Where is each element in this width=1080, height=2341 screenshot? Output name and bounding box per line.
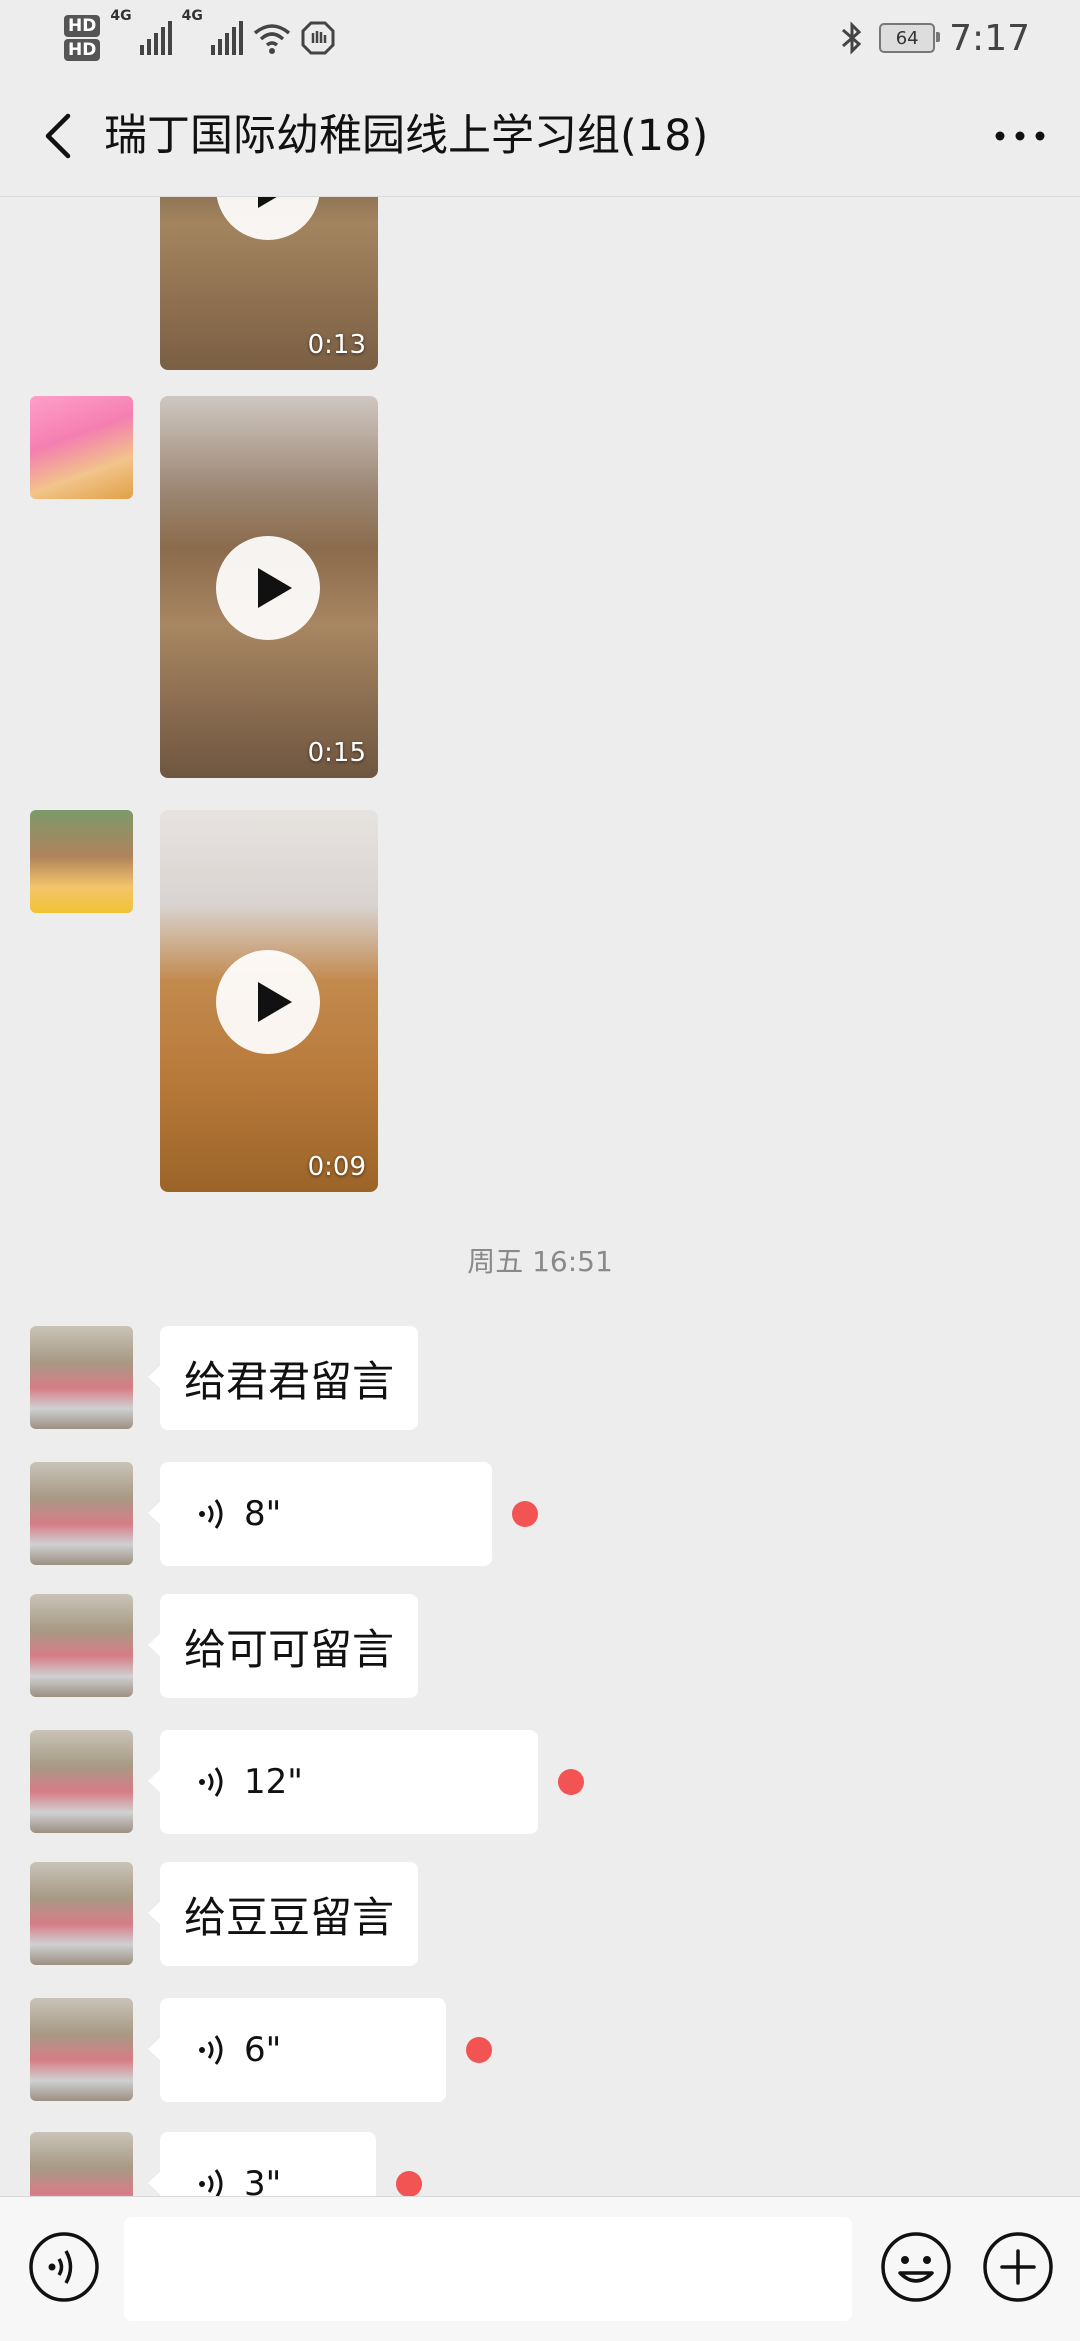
message-text: 给豆豆留言 — [184, 1892, 395, 1942]
message-input[interactable] — [124, 2217, 852, 2321]
unread-dot — [466, 2037, 492, 2063]
clock: 7:17 — [949, 17, 1030, 59]
unread-dot — [396, 2171, 422, 2196]
wifi-icon — [253, 24, 290, 54]
status-left: HD HD 4G 4G — [64, 8, 335, 68]
avatar[interactable] — [30, 1594, 133, 1697]
hand-icon — [301, 21, 335, 55]
voice-length: 8" — [244, 1494, 282, 1534]
message-timestamp: 周五 16:51 — [467, 1245, 613, 1278]
voice-length: 3" — [244, 2164, 282, 2196]
voice-wave-icon — [199, 1767, 223, 1797]
avatar[interactable] — [30, 396, 133, 499]
video-duration: 0:15 — [307, 738, 366, 768]
emoji-icon[interactable] — [880, 2231, 952, 2303]
input-bar — [0, 2196, 1080, 2341]
voice-message[interactable]: 3" — [148, 2132, 376, 2196]
hd1-badge: HD — [64, 15, 101, 37]
play-icon[interactable] — [216, 536, 320, 640]
plus-icon[interactable] — [982, 2231, 1054, 2303]
voice-wave-icon — [199, 2035, 223, 2065]
chat-title: 瑞丁国际幼稚园线上学习组(18) — [104, 111, 709, 161]
network-label-2: 4G — [181, 8, 203, 24]
signal-icon — [210, 21, 243, 55]
voice-length: 12" — [244, 1762, 303, 1802]
signal-icon — [139, 21, 172, 55]
avatar[interactable] — [30, 1862, 133, 1965]
video-message[interactable]: 0:13 — [160, 196, 378, 370]
network-label-1: 4G — [110, 8, 132, 24]
more-dots-icon[interactable] — [990, 106, 1050, 166]
battery-icon: 64 — [879, 23, 941, 53]
avatar[interactable] — [30, 1998, 133, 2101]
play-icon[interactable] — [216, 950, 320, 1054]
message-list[interactable]: 0:13 0:15 0:09 周五 16:51 给君君留言 8" 给可可留言 1… — [0, 196, 1080, 2196]
video-message[interactable]: 0:09 — [160, 810, 378, 1192]
video-duration: 0:09 — [307, 1152, 366, 1182]
avatar[interactable] — [30, 1730, 133, 1833]
voice-message[interactable]: 8" — [148, 1462, 492, 1566]
voice-toggle-icon[interactable] — [28, 2231, 100, 2303]
chat-header: 瑞丁国际幼稚园线上学习组(18) — [0, 76, 1080, 197]
message-text: 给可可留言 — [184, 1624, 395, 1674]
text-message[interactable]: 给豆豆留言 — [147, 1862, 419, 1966]
voice-length: 6" — [244, 2030, 282, 2070]
status-right: 64 7:17 — [839, 14, 1030, 62]
voice-message[interactable]: 12" — [148, 1730, 538, 1834]
avatar[interactable] — [30, 810, 133, 913]
avatar[interactable] — [30, 1462, 133, 1565]
play-icon[interactable] — [216, 196, 320, 240]
text-message[interactable]: 给君君留言 — [147, 1326, 419, 1430]
video-message[interactable]: 0:15 — [160, 396, 378, 778]
unread-dot — [512, 1501, 538, 1527]
hd2-badge: HD — [64, 39, 101, 61]
battery-level: 64 — [895, 27, 919, 49]
avatar[interactable] — [30, 2132, 133, 2196]
message-text: 给君君留言 — [184, 1356, 395, 1406]
back-chevron-icon[interactable] — [30, 106, 90, 166]
voice-message[interactable]: 6" — [148, 1998, 446, 2102]
voice-wave-icon — [199, 1499, 223, 1529]
avatar[interactable] — [30, 1326, 133, 1429]
video-duration: 0:13 — [307, 330, 366, 360]
hd-badges: HD HD — [64, 15, 101, 61]
unread-dot — [558, 1769, 584, 1795]
status-bar: HD HD 4G 4G 64 7:17 — [0, 0, 1080, 76]
text-message[interactable]: 给可可留言 — [147, 1594, 419, 1698]
bluetooth-icon — [842, 21, 862, 55]
voice-wave-icon — [199, 2169, 223, 2196]
